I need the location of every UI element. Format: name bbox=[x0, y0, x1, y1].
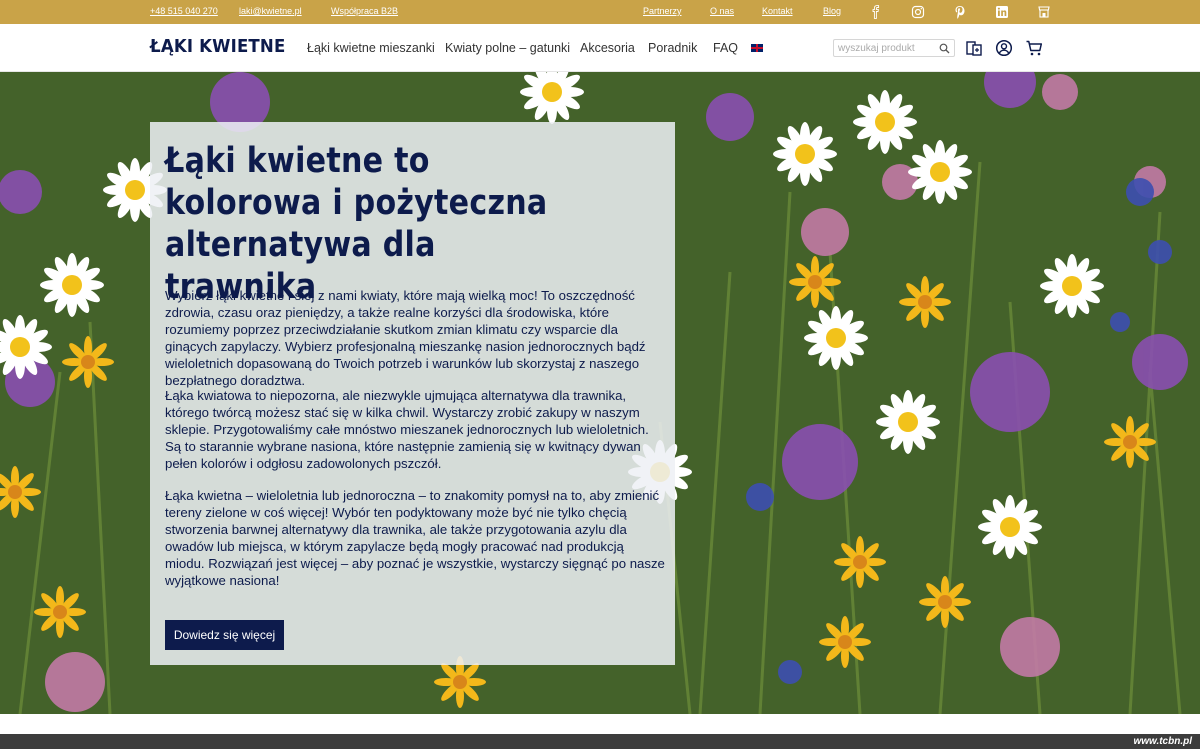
nav-accessories[interactable]: Akcesoria bbox=[580, 41, 635, 55]
partners-link[interactable]: Partnerzy bbox=[643, 6, 682, 16]
linkedin-icon[interactable] bbox=[995, 5, 1009, 19]
hero-paragraph-3: Łąka kwietna – wieloletnia lub jednorocz… bbox=[165, 488, 665, 588]
cart-icon[interactable] bbox=[1025, 39, 1043, 57]
hero-paragraph-2: Łąka kwiatowa to niepozorna, ale niezwyk… bbox=[165, 388, 649, 471]
contact-link[interactable]: Kontakt bbox=[762, 6, 793, 16]
blog-link[interactable]: Blog bbox=[823, 6, 841, 16]
nav-wildflower-species[interactable]: Kwiaty polne – gatunki bbox=[445, 41, 570, 55]
nav-faq[interactable]: FAQ bbox=[713, 41, 738, 55]
search-input[interactable] bbox=[838, 42, 934, 55]
top-bar: +48 515 040 270 laki@kwietne.pl Współpra… bbox=[0, 0, 1200, 24]
b2b-link[interactable]: Współpraca B2B bbox=[331, 6, 398, 16]
watermark: www.tcbn.pl bbox=[1133, 736, 1192, 747]
footer-strip bbox=[0, 734, 1200, 749]
site-logo[interactable]: ŁĄKI KWIETNE bbox=[150, 36, 285, 57]
hero-section: Łąki kwietne to kolorowa i pożyteczna al… bbox=[0, 72, 1200, 714]
learn-more-button[interactable]: Dowiedz się więcej bbox=[165, 620, 284, 650]
hero-title: Łąki kwietne to kolorowa i pożyteczna al… bbox=[165, 141, 548, 307]
about-link[interactable]: O nas bbox=[710, 6, 734, 16]
facebook-icon[interactable] bbox=[869, 5, 883, 19]
pinterest-icon[interactable] bbox=[953, 5, 967, 19]
search-icon[interactable] bbox=[939, 43, 950, 54]
email-link[interactable]: laki@kwietne.pl bbox=[239, 6, 302, 16]
hero-content-panel: Łąki kwietne to kolorowa i pożyteczna al… bbox=[150, 122, 675, 665]
uk-flag-icon[interactable] bbox=[751, 44, 763, 52]
account-icon[interactable] bbox=[995, 39, 1013, 57]
instagram-icon[interactable] bbox=[911, 5, 925, 19]
hero-paragraph-1: Wybierz łąki kwietne i siej z nami kwiat… bbox=[165, 288, 646, 388]
search-box bbox=[833, 39, 955, 57]
nav-guide[interactable]: Poradnik bbox=[648, 41, 697, 55]
shop-icon[interactable] bbox=[1037, 5, 1051, 19]
phone-link[interactable]: +48 515 040 270 bbox=[150, 6, 218, 16]
nav-mixes[interactable]: Łąki kwietne mieszanki bbox=[307, 41, 435, 55]
compare-icon[interactable] bbox=[965, 39, 983, 57]
site-header: ŁĄKI KWIETNE Łąki kwietne mieszanki Kwia… bbox=[0, 24, 1200, 72]
